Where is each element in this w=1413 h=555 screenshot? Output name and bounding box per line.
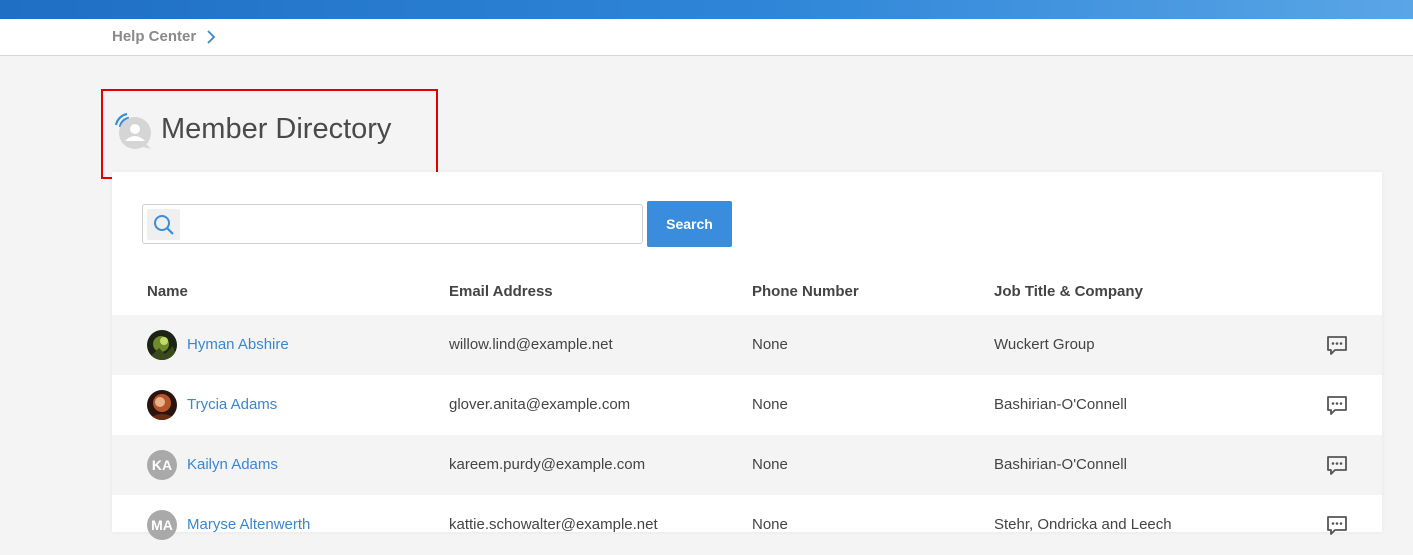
member-directory-card: Search Name Email Address Phone Number J… [112,172,1382,540]
search-icon [147,209,180,240]
member-phone: None [752,336,788,353]
member-email: kareem.purdy@example.com [449,456,646,473]
member-company: Bashirian-O'Connell [994,396,1127,413]
column-header-name: Name [147,283,188,300]
avatar[interactable] [147,390,177,420]
member-phone: None [752,456,788,473]
table-row: Trycia Adams glover.anita@example.com No… [112,375,1382,435]
member-company: Stehr, Ondricka and Leech [994,516,1172,533]
page-title: Member Directory [161,113,392,145]
breadcrumb-help-center-link[interactable]: Help Center [112,28,196,45]
member-directory-icon [114,112,151,149]
table-row: KA Kailyn Adams kareem.purdy@example.com… [112,435,1382,495]
message-icon[interactable] [1326,334,1348,356]
search-input[interactable] [183,207,638,241]
search-button[interactable]: Search [647,201,732,247]
member-name-link[interactable]: Hyman Abshire [187,336,289,353]
chevron-right-icon [207,29,216,44]
member-email: glover.anita@example.com [449,396,631,413]
breadcrumb-bar: Help Center [0,19,1413,56]
avatar[interactable]: MA [147,510,177,540]
message-icon[interactable] [1326,454,1348,476]
member-email: willow.lind@example.net [449,336,613,353]
column-header-job-company: Job Title & Company [994,283,1143,300]
avatar[interactable]: KA [147,450,177,480]
table-row: Hyman Abshire willow.lind@example.net No… [112,315,1382,375]
column-header-email: Email Address [449,283,553,300]
member-name-link[interactable]: Kailyn Adams [187,456,278,473]
member-name-link[interactable]: Trycia Adams [187,396,277,413]
page-header: Member Directory [101,89,438,179]
message-icon[interactable] [1326,514,1348,536]
member-company: Bashirian-O'Connell [994,456,1127,473]
column-header-phone: Phone Number [752,283,859,300]
member-company: Wuckert Group [994,336,1095,353]
top-brand-bar [0,0,1413,19]
avatar[interactable] [147,330,177,360]
breadcrumb: Help Center [112,28,216,45]
table-row: MA Maryse Altenwerth kattie.schowalter@e… [112,495,1382,555]
member-phone: None [752,396,788,413]
member-phone: None [752,516,788,533]
message-icon[interactable] [1326,394,1348,416]
search-box [142,204,643,244]
member-name-link[interactable]: Maryse Altenwerth [187,516,310,533]
member-email: kattie.schowalter@example.net [449,516,658,533]
